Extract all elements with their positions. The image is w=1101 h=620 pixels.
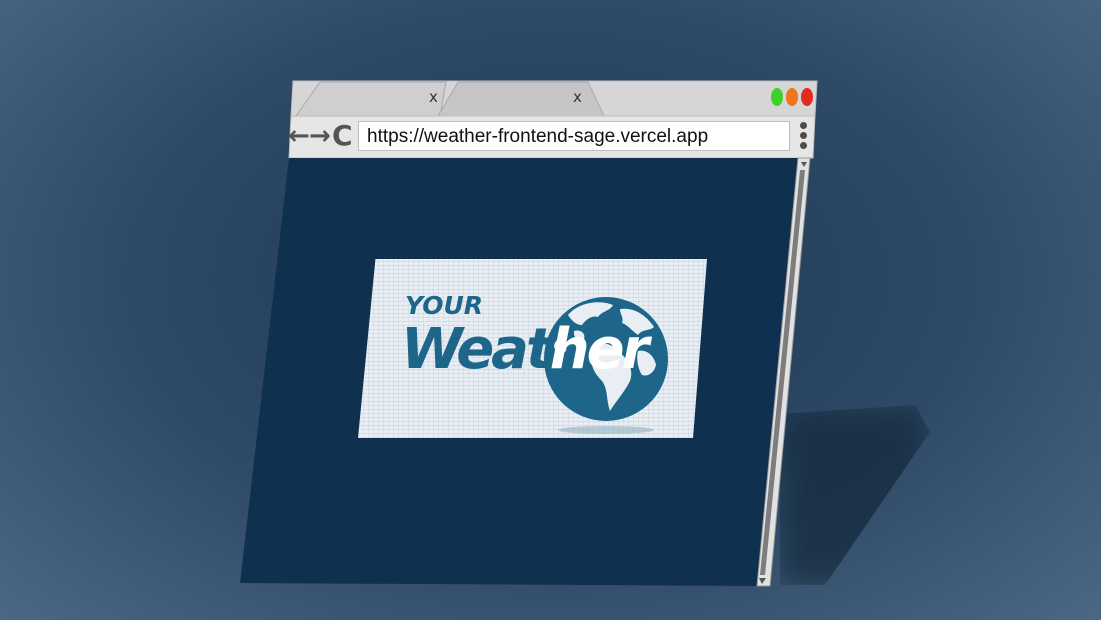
browser-window: x x ← → C https://weather-frontend-sage.… <box>0 0 1101 620</box>
minimize-button[interactable] <box>786 88 798 106</box>
tab-1-close-icon[interactable]: x <box>429 88 438 106</box>
back-arrow-icon[interactable]: ← <box>288 123 310 149</box>
reload-icon[interactable]: C <box>332 122 353 150</box>
forward-arrow-icon[interactable]: → <box>309 123 331 149</box>
menu-icon[interactable] <box>798 121 808 153</box>
logo-text-your: YOUR <box>405 291 484 320</box>
maximize-button[interactable] <box>771 88 783 106</box>
tab-2-close-icon[interactable]: x <box>573 88 582 106</box>
address-bar[interactable]: https://weather-frontend-sage.vercel.app <box>358 121 790 151</box>
tab-1[interactable] <box>295 81 447 117</box>
logo-image: YOUR Weather <box>358 259 707 438</box>
close-button[interactable] <box>801 88 813 106</box>
logo-text-weather: Weather <box>401 317 649 382</box>
